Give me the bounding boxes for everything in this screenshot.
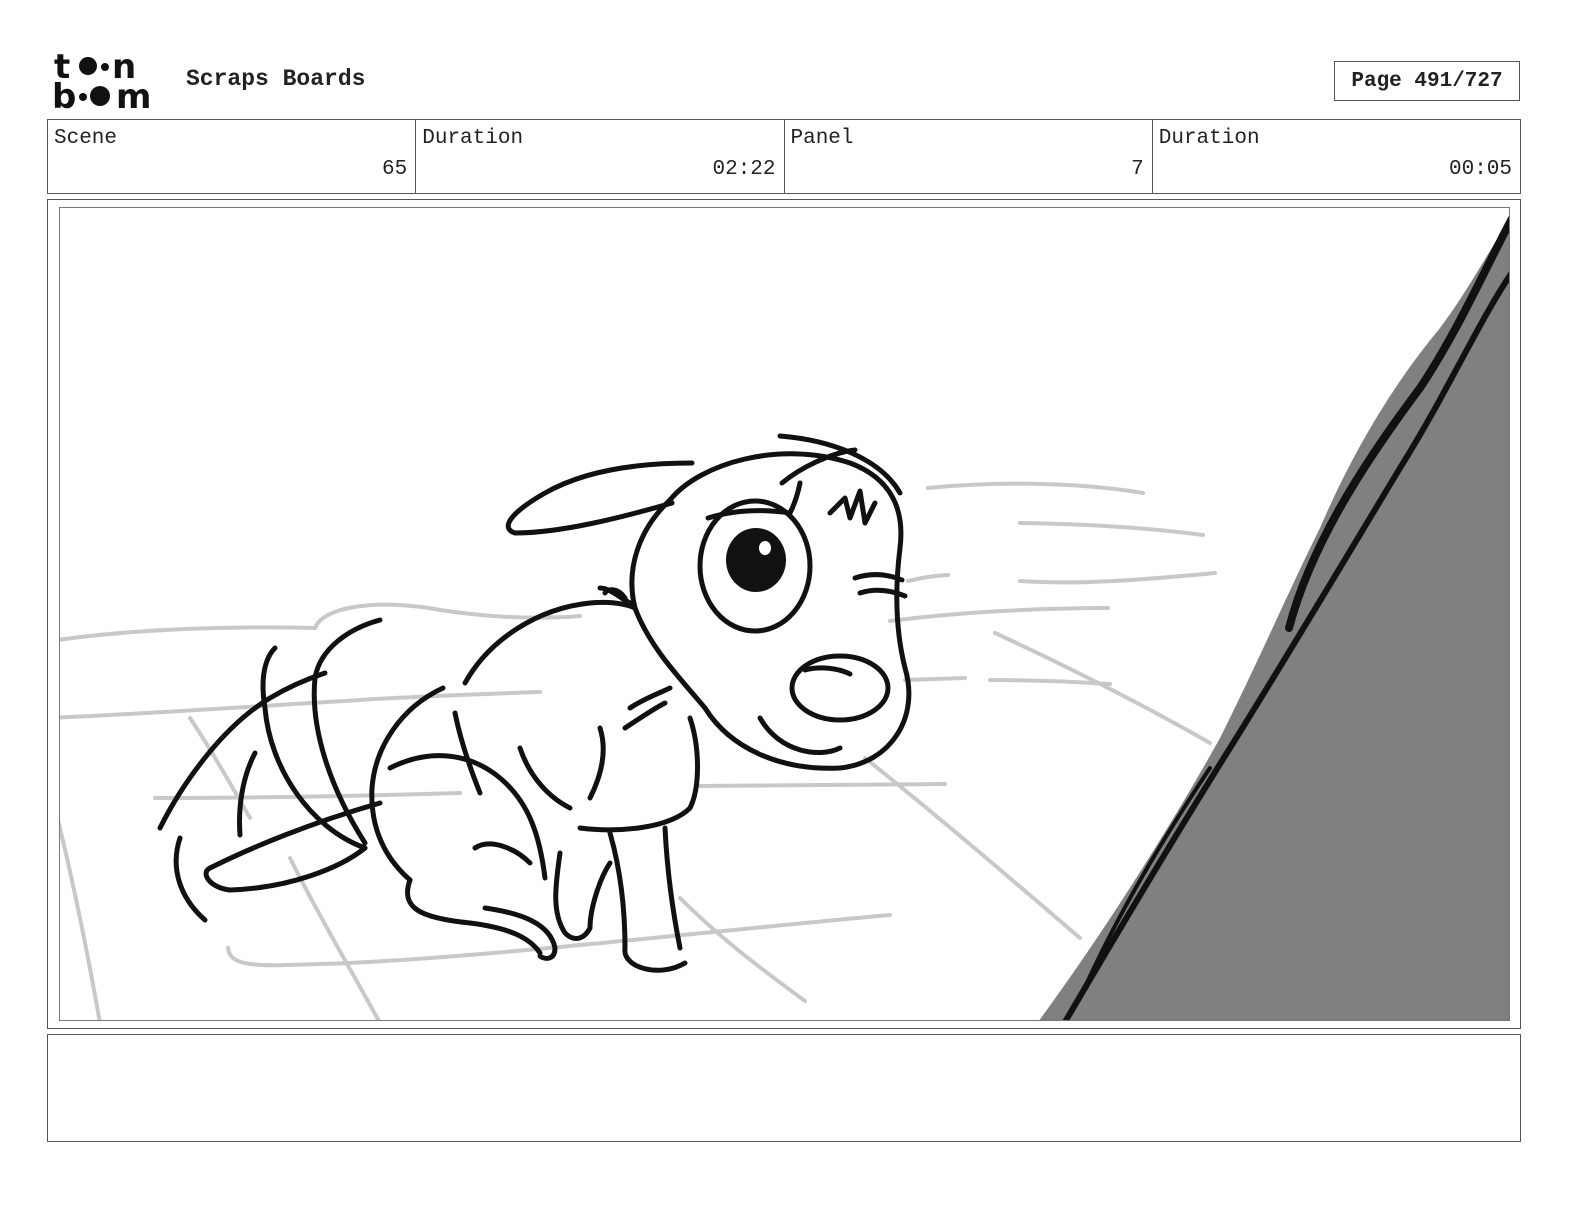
storyboard-panel-image (59, 207, 1510, 1021)
panel-duration-cell: Duration 00:05 (1153, 120, 1520, 193)
dog-sketch-illustration (60, 215, 1509, 1020)
notes-box (47, 1034, 1521, 1142)
svg-text:b: b (52, 77, 76, 112)
panel-cell: Panel 7 (785, 120, 1153, 193)
panel-duration-label: Duration (1158, 127, 1260, 150)
document-title: Scraps Boards (186, 66, 366, 92)
panel-value: 7 (1131, 158, 1144, 181)
toon-boom-logo: t n b m (50, 50, 165, 112)
scene-info-row: Scene 65 Duration 02:22 Panel 7 Duration… (47, 119, 1521, 194)
page-number: Page 491/727 (1334, 61, 1520, 101)
scene-cell: Scene 65 (48, 120, 417, 193)
panel-label: Panel (790, 127, 854, 150)
panel-duration-value: 00:05 (1448, 158, 1512, 181)
svg-text:m: m (116, 77, 151, 112)
scene-label: Scene (54, 127, 118, 150)
scene-duration-cell: Duration 02:22 (416, 120, 785, 193)
scene-duration-value: 02:22 (712, 158, 776, 181)
scene-value: 65 (382, 158, 408, 181)
scene-duration-label: Duration (422, 127, 524, 150)
